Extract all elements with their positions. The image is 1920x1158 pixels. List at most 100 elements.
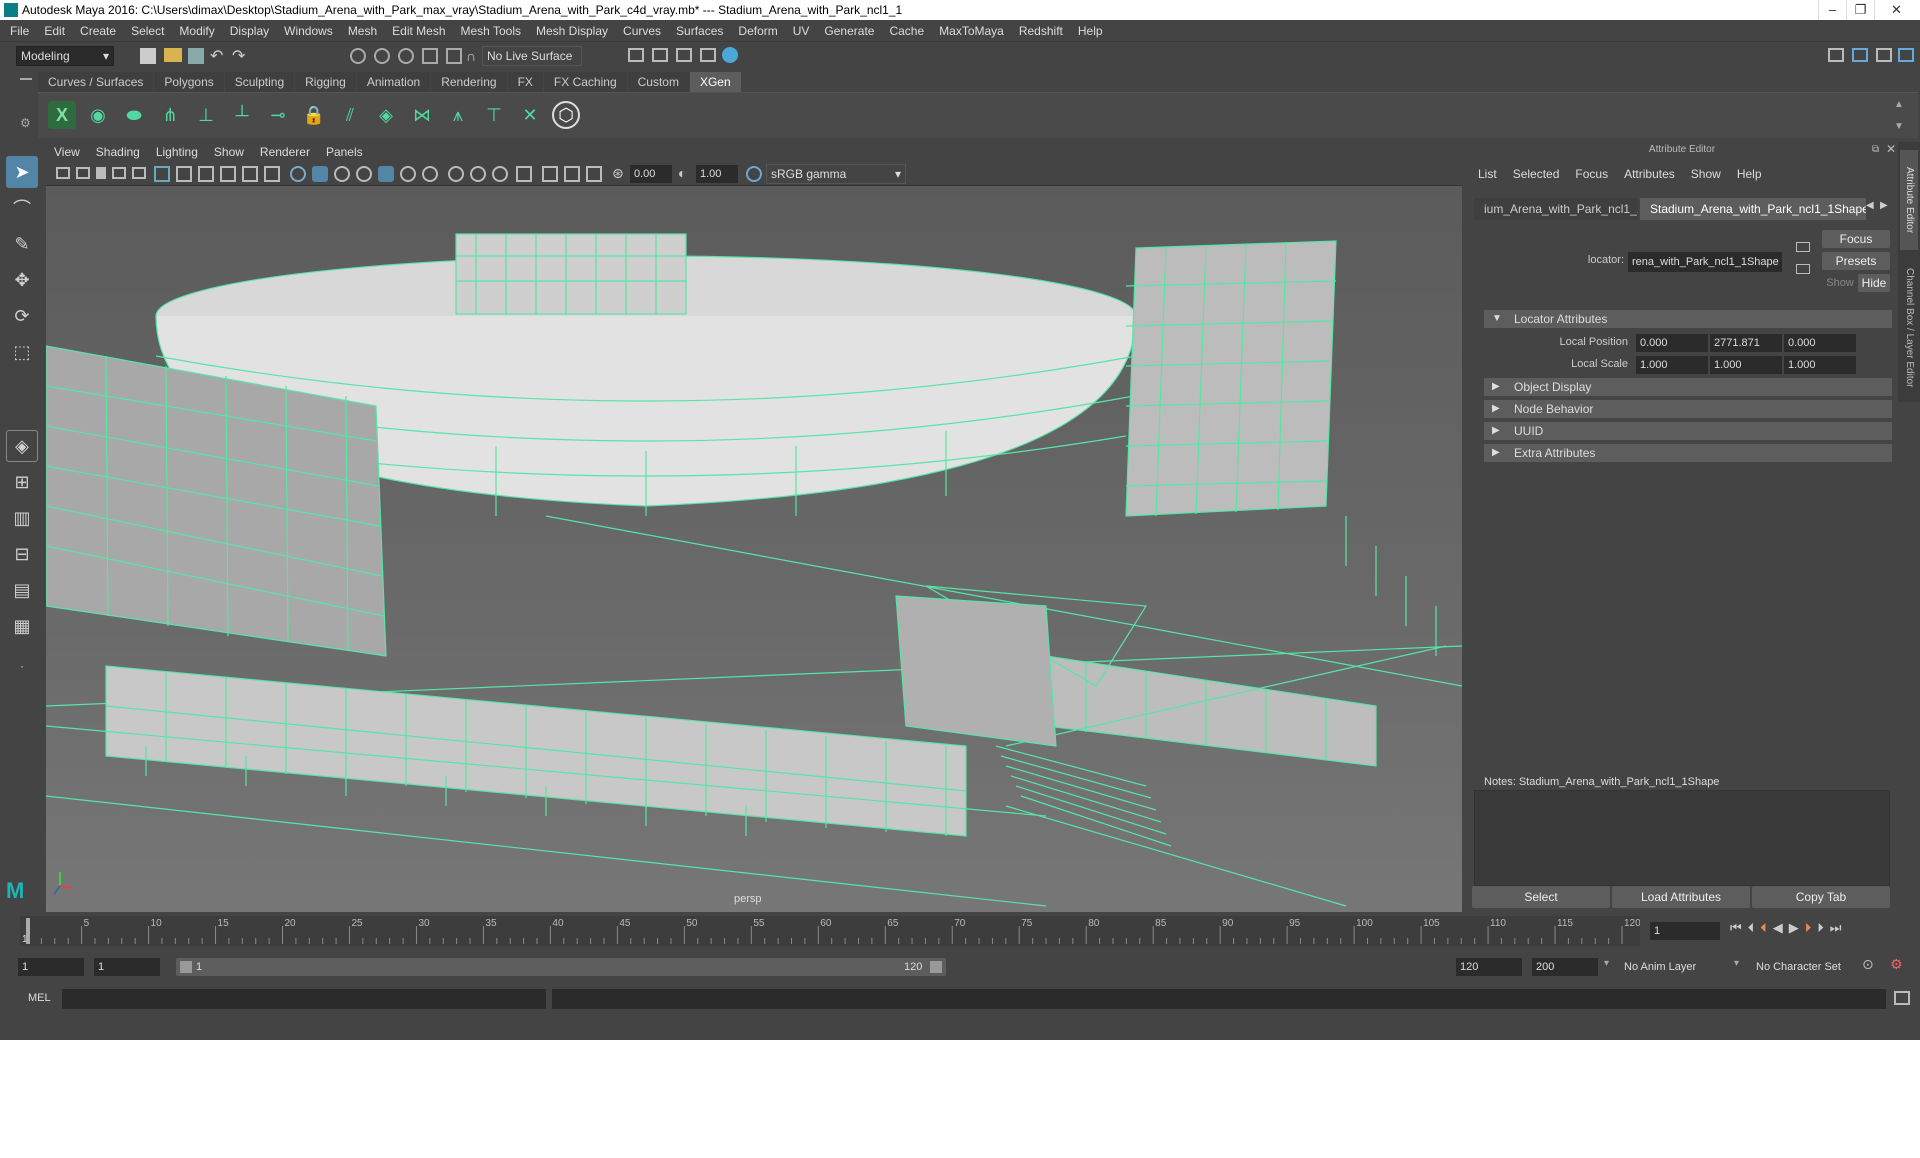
- viewport-menu-renderer[interactable]: Renderer: [260, 145, 310, 159]
- viewport-menu-panels[interactable]: Panels: [326, 145, 363, 159]
- snap-grid-icon[interactable]: [422, 48, 438, 64]
- shelf-tab-polygons[interactable]: Polygons: [154, 72, 224, 92]
- 2d-pan-zoom-icon[interactable]: [132, 167, 146, 179]
- xray-joints-icon[interactable]: [564, 166, 580, 182]
- mode-dropdown[interactable]: Modeling ▾: [16, 46, 114, 66]
- presets-button[interactable]: Presets: [1822, 252, 1890, 270]
- gamma-field[interactable]: 1.00: [696, 165, 738, 183]
- render-frame-icon[interactable]: [628, 48, 644, 62]
- snap-curve-icon[interactable]: [446, 48, 462, 64]
- focus-button[interactable]: Focus: [1822, 230, 1890, 248]
- animation-start-field[interactable]: 1: [18, 958, 84, 976]
- viewport-menu-lighting[interactable]: Lighting: [156, 145, 198, 159]
- grid-icon[interactable]: [154, 166, 170, 182]
- menu-maxtomaya[interactable]: MaxToMaya: [939, 24, 1004, 38]
- show-button[interactable]: Show: [1824, 274, 1856, 292]
- anim-layer-dropdown[interactable]: No Anim Layer: [1624, 958, 1750, 976]
- menu-deform[interactable]: Deform: [738, 24, 777, 38]
- hide-button[interactable]: Hide: [1858, 274, 1890, 292]
- default-material-icon[interactable]: [334, 166, 350, 182]
- auto-key-icon[interactable]: ⊙: [1862, 956, 1874, 973]
- single-perspective-layout-icon[interactable]: ◈: [6, 430, 38, 462]
- ae-menu-selected[interactable]: Selected: [1513, 167, 1560, 181]
- persp-graph-layout-icon[interactable]: ⊟: [6, 538, 38, 570]
- select-component-icon[interactable]: [398, 48, 414, 64]
- image-plane-icon[interactable]: [112, 167, 126, 179]
- menu-mesh-display[interactable]: Mesh Display: [536, 24, 608, 38]
- xgen-add-guide-icon[interactable]: ⊥: [192, 101, 220, 129]
- hypershade-layout-icon[interactable]: ▤: [6, 574, 38, 606]
- xgen-render-icon[interactable]: ⬡: [552, 101, 580, 129]
- select-object-icon[interactable]: [374, 48, 390, 64]
- isolate-select-icon[interactable]: [542, 166, 558, 182]
- wireframe-on-shaded-icon[interactable]: [356, 166, 372, 182]
- locator-name-field[interactable]: rena_with_Park_ncl1_1Shape: [1628, 252, 1782, 272]
- time-slider[interactable]: 5 10 15 20 25 30 35 40 45 50 55 60 65 70 75 80 85 90 95 100…: [20, 916, 1641, 946]
- shadows-icon[interactable]: [448, 166, 464, 182]
- xgen-layers-icon[interactable]: ◈: [372, 101, 400, 129]
- xgen-eye-icon[interactable]: ◉: [84, 101, 112, 129]
- load-attributes-button[interactable]: Load Attributes: [1612, 886, 1750, 908]
- section-extra-attributes[interactable]: ▶ Extra Attributes: [1484, 444, 1892, 462]
- select-hierarchy-icon[interactable]: [350, 48, 366, 64]
- xgen-create-description-icon[interactable]: ⬬: [120, 101, 148, 129]
- shelf-tab-rendering[interactable]: Rendering: [431, 72, 507, 92]
- shelf-scroll-down-icon[interactable]: ▼: [1894, 121, 1904, 132]
- xray-active-components-icon[interactable]: [586, 166, 602, 182]
- smooth-shade-icon[interactable]: [312, 166, 328, 182]
- play-forward-icon[interactable]: ▶: [1789, 920, 1805, 935]
- close-panel-icon[interactable]: ✕: [1886, 142, 1896, 156]
- exposure-field[interactable]: 0.00: [630, 165, 672, 183]
- field-chart-icon[interactable]: [242, 166, 258, 182]
- resolution-gate-icon[interactable]: [198, 166, 214, 182]
- step-forward-icon[interactable]: ⏵: [1817, 920, 1830, 935]
- ambient-occlusion-icon[interactable]: [470, 166, 486, 182]
- menu-generate[interactable]: Generate: [824, 24, 874, 38]
- go-to-end-icon[interactable]: ⏭: [1830, 920, 1848, 935]
- xgen-modifier-icon[interactable]: ⩚: [444, 101, 472, 129]
- step-back-icon[interactable]: ⏴: [1748, 920, 1761, 935]
- section-uuid[interactable]: ▶ UUID: [1484, 422, 1892, 440]
- rotate-tool-icon[interactable]: ⟳: [6, 300, 38, 332]
- tab-scroll-left-icon[interactable]: ◀: [1866, 200, 1874, 211]
- step-forward-key-icon[interactable]: ⏵: [1805, 920, 1818, 935]
- menu-edit[interactable]: Edit: [44, 24, 65, 38]
- local-position-y[interactable]: 2771.871: [1710, 334, 1782, 352]
- magnet-icon[interactable]: ∩: [466, 48, 476, 64]
- chevron-down-icon[interactable]: ▾: [1604, 958, 1609, 969]
- menu-modify[interactable]: Modify: [179, 24, 214, 38]
- load-node-icon[interactable]: [1796, 264, 1810, 274]
- go-to-start-icon[interactable]: ⏮: [1730, 920, 1748, 935]
- ae-menu-attributes[interactable]: Attributes: [1624, 167, 1675, 181]
- animation-preferences-icon[interactable]: ⚙: [1890, 956, 1903, 973]
- perspective-viewport[interactable]: [46, 186, 1462, 912]
- side-tab-attribute-editor[interactable]: Attribute Editor: [1900, 150, 1918, 250]
- viewport-menu-shading[interactable]: Shading: [96, 145, 140, 159]
- xgen-guides-icon[interactable]: ⋔: [156, 101, 184, 129]
- anti-aliasing-icon[interactable]: [516, 166, 532, 182]
- scale-tool-icon[interactable]: ⬚: [6, 336, 38, 368]
- gate-mask-icon[interactable]: [220, 166, 236, 182]
- lasso-tool-icon[interactable]: ⌒: [6, 192, 38, 224]
- maya-home-icon[interactable]: M: [6, 878, 36, 904]
- ipr-render-icon[interactable]: [676, 48, 692, 62]
- xgen-clump-icon[interactable]: ⋈: [408, 101, 436, 129]
- textured-icon[interactable]: [400, 166, 416, 182]
- exposure-icon[interactable]: ⊛: [612, 165, 624, 182]
- shelf-tab-xgen[interactable]: XGen: [689, 72, 741, 92]
- xgen-sculpt-guide-icon[interactable]: ┴: [228, 101, 256, 129]
- side-tab-channel-box[interactable]: Channel Box / Layer Editor: [1900, 254, 1918, 402]
- menu-mesh-tools[interactable]: Mesh Tools: [461, 24, 521, 38]
- ae-menu-focus[interactable]: Focus: [1575, 167, 1608, 181]
- menu-cache[interactable]: Cache: [889, 24, 924, 38]
- ae-menu-show[interactable]: Show: [1691, 167, 1721, 181]
- menu-file[interactable]: File: [10, 24, 29, 38]
- shelf-tab-custom[interactable]: Custom: [627, 72, 689, 92]
- shelf-gear-icon[interactable]: ⚙: [20, 116, 31, 130]
- redo-icon[interactable]: ↷: [232, 46, 245, 66]
- float-panel-icon[interactable]: ⧉: [1872, 144, 1879, 155]
- modeling-toolkit-icon[interactable]: [1828, 48, 1844, 62]
- shelf-tab-rigging[interactable]: Rigging: [295, 72, 356, 92]
- command-language-label[interactable]: MEL: [28, 992, 51, 1004]
- color-management-icon[interactable]: [746, 166, 762, 182]
